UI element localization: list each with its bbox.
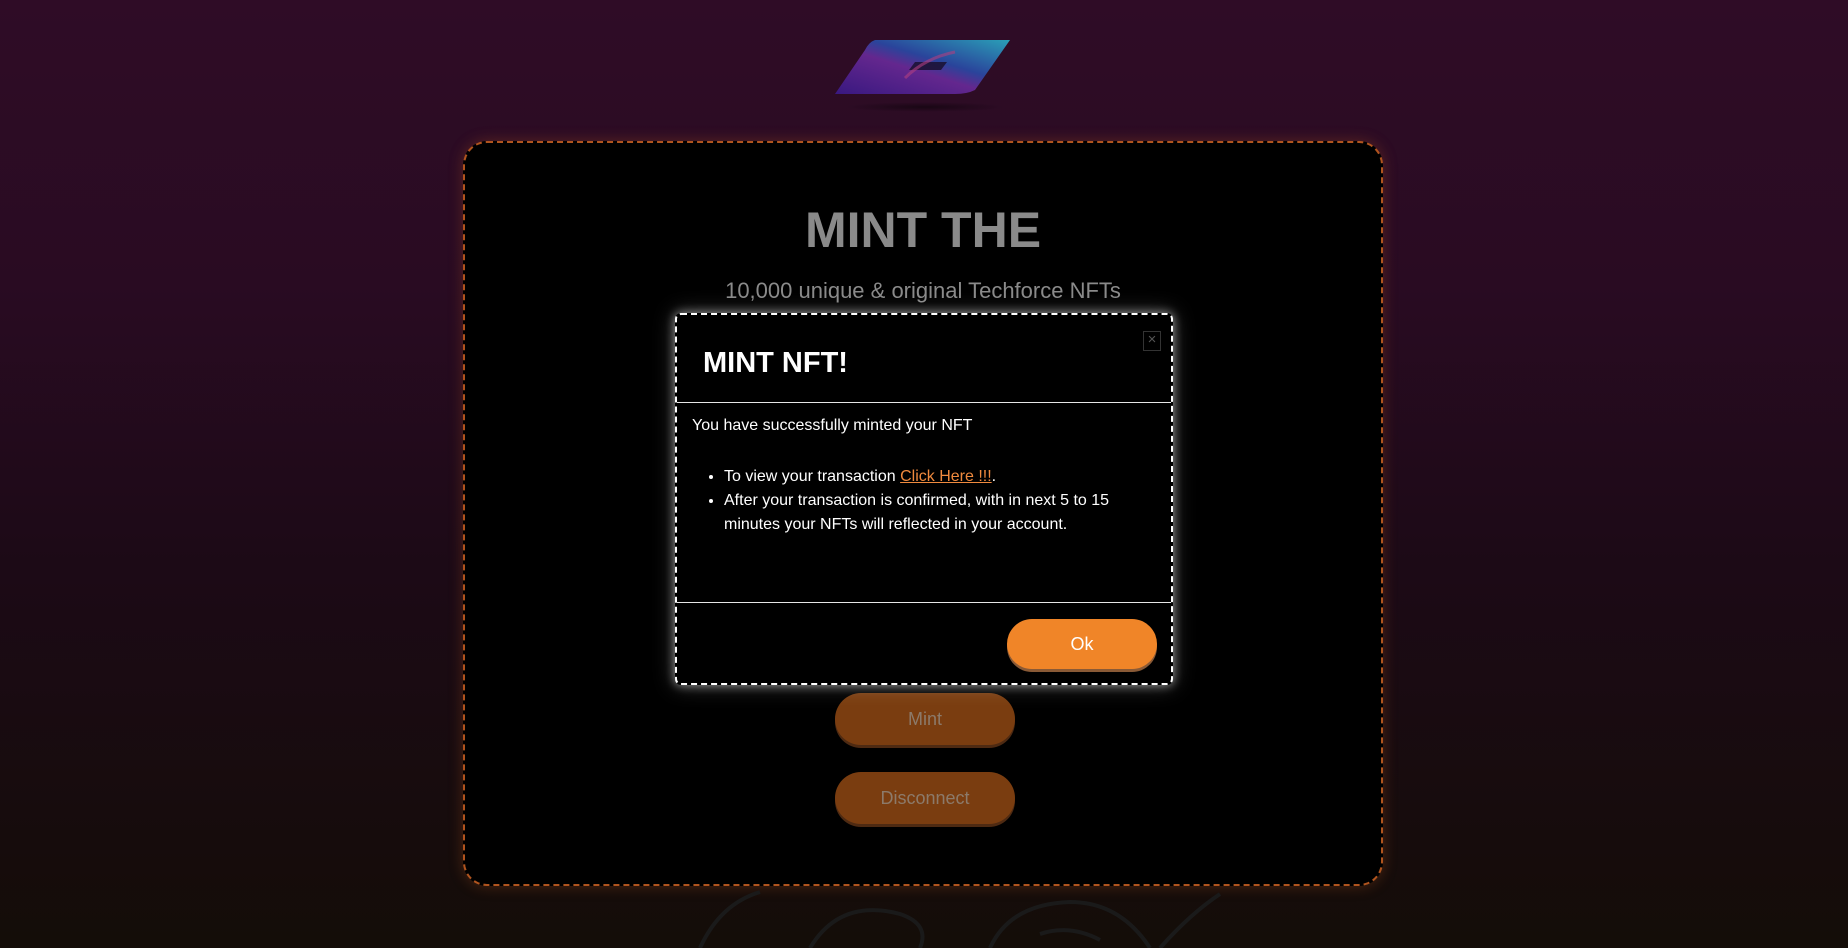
brand-logo-icon bbox=[835, 40, 1010, 94]
transaction-link[interactable]: Click Here !!! bbox=[900, 468, 992, 485]
transaction-text: To view your transaction bbox=[724, 468, 901, 485]
ok-button[interactable]: Ok bbox=[1007, 619, 1157, 669]
list-item: To view your transaction Click Here !!!. bbox=[724, 465, 1154, 489]
character-illustration bbox=[698, 890, 1222, 948]
close-icon[interactable]: × bbox=[1143, 331, 1161, 351]
mint-button[interactable]: Mint bbox=[835, 693, 1015, 745]
modal-footer-divider bbox=[677, 602, 1171, 603]
modal-header-divider bbox=[677, 402, 1171, 403]
mint-modal: × MINT NFT! You have successfully minted… bbox=[675, 313, 1173, 685]
page-subtitle: 10,000 unique & original Techforce NFTs bbox=[725, 278, 1121, 303]
list-item: After your transaction is confirmed, wit… bbox=[724, 489, 1154, 537]
transaction-period: . bbox=[991, 468, 997, 485]
modal-info-list: To view your transaction Click Here !!!.… bbox=[692, 465, 1154, 537]
modal-message: You have successfully minted your NFT bbox=[692, 417, 973, 434]
modal-title: MINT NFT! bbox=[703, 347, 848, 379]
logo-shadow bbox=[845, 102, 1005, 112]
page-title: MINT THE bbox=[804, 202, 1042, 258]
disconnect-button[interactable]: Disconnect bbox=[835, 772, 1015, 824]
